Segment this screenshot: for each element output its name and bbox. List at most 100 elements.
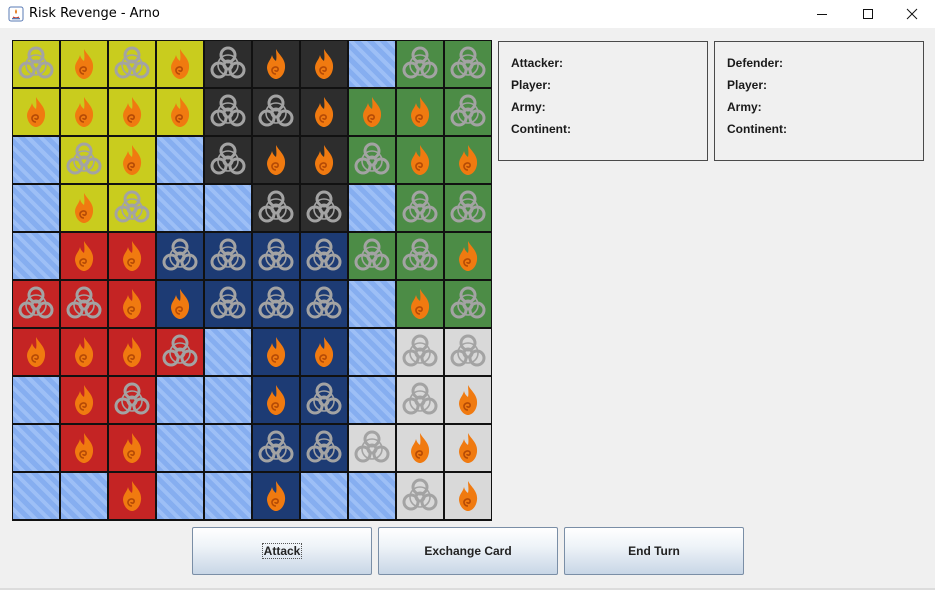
territory-tile-white[interactable]	[445, 329, 491, 375]
territory-tile-yellow[interactable]	[157, 89, 203, 135]
territory-tile-yellow[interactable]	[61, 137, 107, 183]
territory-tile-blue[interactable]	[253, 329, 299, 375]
water-tile[interactable]	[301, 473, 347, 519]
territory-tile-white[interactable]	[445, 377, 491, 423]
territory-tile-white[interactable]	[445, 473, 491, 519]
water-tile[interactable]	[349, 377, 395, 423]
territory-tile-blue[interactable]	[253, 281, 299, 327]
territory-tile-green[interactable]	[445, 41, 491, 87]
territory-tile-blue[interactable]	[301, 425, 347, 471]
territory-tile-yellow[interactable]	[109, 89, 155, 135]
territory-tile-green[interactable]	[397, 281, 443, 327]
water-tile[interactable]	[205, 329, 251, 375]
territory-tile-red[interactable]	[61, 377, 107, 423]
territory-tile-blue[interactable]	[253, 377, 299, 423]
water-tile[interactable]	[13, 137, 59, 183]
water-tile[interactable]	[349, 281, 395, 327]
territory-tile-red[interactable]	[109, 233, 155, 279]
water-tile[interactable]	[205, 377, 251, 423]
territory-tile-white[interactable]	[397, 425, 443, 471]
water-tile[interactable]	[13, 233, 59, 279]
territory-tile-green[interactable]	[349, 233, 395, 279]
territory-tile-green[interactable]	[349, 89, 395, 135]
territory-tile-green[interactable]	[445, 137, 491, 183]
territory-tile-white[interactable]	[397, 329, 443, 375]
water-tile[interactable]	[349, 185, 395, 231]
end-turn-button[interactable]: End Turn	[564, 527, 744, 575]
exchange-card-button[interactable]: Exchange Card	[378, 527, 558, 575]
territory-tile-white[interactable]	[445, 425, 491, 471]
territory-tile-blue[interactable]	[301, 377, 347, 423]
territory-tile-black[interactable]	[301, 137, 347, 183]
territory-tile-white[interactable]	[397, 473, 443, 519]
territory-tile-green[interactable]	[445, 233, 491, 279]
territory-tile-red[interactable]	[109, 473, 155, 519]
territory-tile-green[interactable]	[445, 89, 491, 135]
territory-tile-red[interactable]	[61, 233, 107, 279]
territory-tile-red[interactable]	[61, 425, 107, 471]
water-tile[interactable]	[349, 473, 395, 519]
water-tile[interactable]	[157, 185, 203, 231]
water-tile[interactable]	[157, 137, 203, 183]
territory-tile-red[interactable]	[157, 329, 203, 375]
territory-tile-green[interactable]	[397, 89, 443, 135]
territory-tile-yellow[interactable]	[109, 137, 155, 183]
territory-tile-green[interactable]	[397, 233, 443, 279]
territory-tile-black[interactable]	[205, 89, 251, 135]
territory-tile-red[interactable]	[61, 281, 107, 327]
water-tile[interactable]	[349, 329, 395, 375]
territory-tile-yellow[interactable]	[61, 185, 107, 231]
territory-tile-blue[interactable]	[205, 281, 251, 327]
territory-tile-green[interactable]	[445, 281, 491, 327]
territory-tile-black[interactable]	[253, 41, 299, 87]
territory-tile-yellow[interactable]	[109, 185, 155, 231]
territory-tile-black[interactable]	[253, 89, 299, 135]
territory-tile-red[interactable]	[13, 329, 59, 375]
territory-tile-yellow[interactable]	[13, 41, 59, 87]
water-tile[interactable]	[205, 425, 251, 471]
water-tile[interactable]	[13, 185, 59, 231]
water-tile[interactable]	[61, 473, 107, 519]
territory-tile-yellow[interactable]	[61, 89, 107, 135]
territory-tile-blue[interactable]	[157, 233, 203, 279]
water-tile[interactable]	[349, 41, 395, 87]
territory-tile-white[interactable]	[397, 377, 443, 423]
territory-tile-green[interactable]	[397, 185, 443, 231]
territory-tile-black[interactable]	[253, 137, 299, 183]
territory-tile-blue[interactable]	[301, 281, 347, 327]
territory-tile-blue[interactable]	[301, 233, 347, 279]
water-tile[interactable]	[157, 473, 203, 519]
territory-tile-blue[interactable]	[205, 233, 251, 279]
territory-tile-red[interactable]	[61, 329, 107, 375]
territory-tile-green[interactable]	[349, 137, 395, 183]
territory-tile-blue[interactable]	[253, 473, 299, 519]
territory-tile-red[interactable]	[109, 329, 155, 375]
territory-tile-blue[interactable]	[157, 281, 203, 327]
water-tile[interactable]	[205, 473, 251, 519]
territory-tile-yellow[interactable]	[109, 41, 155, 87]
water-tile[interactable]	[13, 425, 59, 471]
water-tile[interactable]	[157, 377, 203, 423]
territory-tile-yellow[interactable]	[13, 89, 59, 135]
water-tile[interactable]	[13, 473, 59, 519]
territory-tile-black[interactable]	[253, 185, 299, 231]
territory-tile-yellow[interactable]	[157, 41, 203, 87]
territory-tile-blue[interactable]	[301, 329, 347, 375]
water-tile[interactable]	[157, 425, 203, 471]
territory-tile-red[interactable]	[109, 377, 155, 423]
territory-tile-red[interactable]	[109, 425, 155, 471]
territory-tile-black[interactable]	[301, 41, 347, 87]
attack-button[interactable]: Attack	[192, 527, 372, 575]
territory-tile-green[interactable]	[445, 185, 491, 231]
territory-tile-black[interactable]	[205, 137, 251, 183]
territory-tile-yellow[interactable]	[61, 41, 107, 87]
minimize-button[interactable]	[799, 0, 845, 28]
territory-tile-blue[interactable]	[253, 233, 299, 279]
territory-tile-black[interactable]	[205, 41, 251, 87]
territory-tile-black[interactable]	[301, 89, 347, 135]
territory-tile-red[interactable]	[109, 281, 155, 327]
territory-tile-blue[interactable]	[253, 425, 299, 471]
territory-tile-green[interactable]	[397, 41, 443, 87]
territory-tile-green[interactable]	[397, 137, 443, 183]
territory-tile-white[interactable]	[349, 425, 395, 471]
